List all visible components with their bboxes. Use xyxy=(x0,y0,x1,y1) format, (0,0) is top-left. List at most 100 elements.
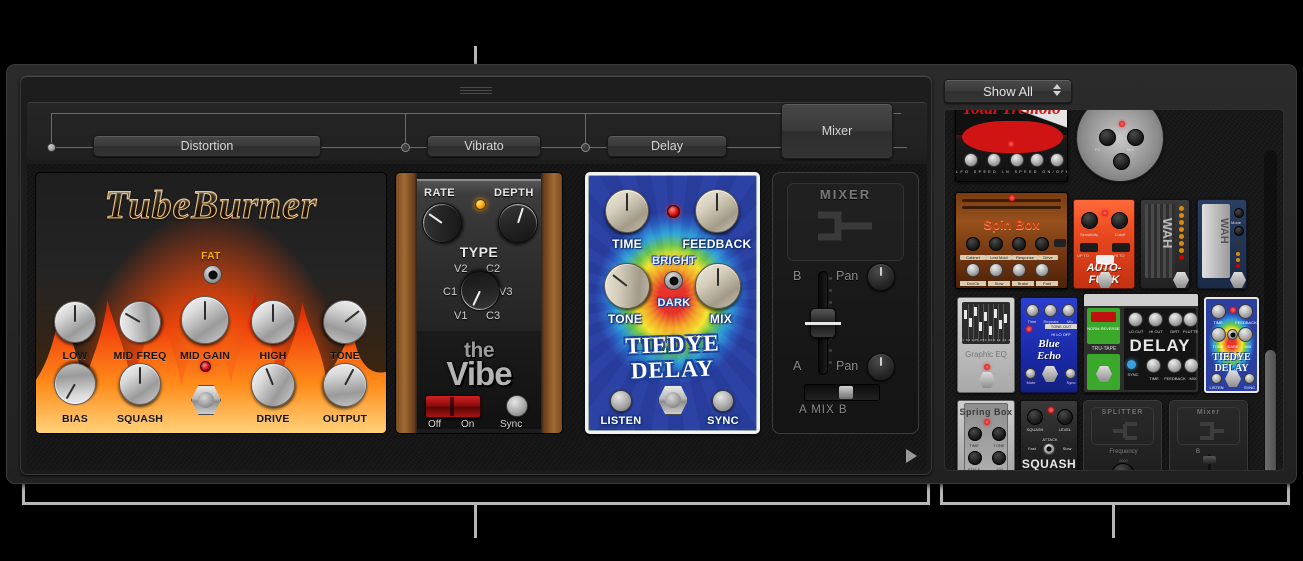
mixer-label-b: B xyxy=(793,269,802,283)
browser-pedal-mixer[interactable]: Mixer B A xyxy=(1169,400,1248,470)
route-node-input[interactable] xyxy=(47,143,56,152)
pedalboard-window: Distortion Vibrato Delay Mixer TubeBurne… xyxy=(6,64,1297,484)
knob-time[interactable] xyxy=(605,189,649,233)
knob-mix[interactable] xyxy=(695,263,741,309)
type-option-v1: V1 xyxy=(454,310,468,322)
grip-handle-icon[interactable] xyxy=(460,87,492,94)
module-mixer[interactable]: MIXER B A Pan Pan A MIX B xyxy=(772,172,919,434)
listen-button[interactable] xyxy=(610,390,632,412)
knob-label-high: HIGH xyxy=(259,350,287,362)
browser-pedal-rotor-cabinet[interactable]: FX MIX xyxy=(1076,110,1164,182)
mixer-fader-thumb[interactable] xyxy=(805,308,841,338)
power-label-on: On xyxy=(461,419,475,430)
vibe-sync-label: Sync xyxy=(500,419,523,430)
mixer-pan-label-a: Pan xyxy=(836,359,859,373)
vibe-sync-button[interactable] xyxy=(506,395,528,417)
pedal-tiedye-delay[interactable]: TIME FEEDBACK BRIGHT TONE DARK MIX TIEDY… xyxy=(585,172,760,434)
browser-pedal-spring-box[interactable]: Spring Box TIME TONE STYLE MIX xyxy=(957,400,1015,470)
slot-label-mixer: Mixer xyxy=(821,124,853,138)
toggle-label-dark: DARK xyxy=(657,297,691,309)
browser-pedal-name-graphic-eq: Graphic EQ xyxy=(965,350,1007,359)
knob-feedback[interactable] xyxy=(695,189,739,233)
mixer-pan-knob-a[interactable] xyxy=(867,353,895,381)
power-rocker-switch[interactable] xyxy=(425,395,481,418)
browser-pedal-name-modern-wah: WAH xyxy=(1160,218,1175,249)
browser-pedal-name-splitter: SPLITTER xyxy=(1101,409,1144,416)
browser-pedal-total-tremolo[interactable]: Total Tremolo LFO SPEED LN SPEED ON/OFF … xyxy=(955,110,1068,182)
callout-bl-left-leg xyxy=(22,484,25,504)
sync-button[interactable] xyxy=(712,390,734,412)
expand-arrow-icon[interactable] xyxy=(906,449,917,463)
callout-br-right-leg xyxy=(1287,484,1290,504)
slot-button-distortion[interactable]: Distortion xyxy=(93,135,321,157)
pedal-the-vibe[interactable]: RATE DEPTH TYPE V2 C2 C1 V3 V1 C3 the Vi… xyxy=(395,172,563,434)
browser-pedal-name-classic-wah: WAH xyxy=(1218,218,1230,244)
browser-pedal-modern-wah[interactable]: WAH xyxy=(1140,199,1190,289)
browser-scrollbar[interactable] xyxy=(1264,150,1277,470)
slot-button-delay[interactable]: Delay xyxy=(607,135,727,157)
knob-label-drive: DRIVE xyxy=(256,413,290,425)
route-drop-2 xyxy=(405,113,406,147)
browser-pedal-auto-funk[interactable]: Sensitivity Cutoff UP TO HI TO UP DOWN A… xyxy=(1073,199,1135,289)
knob-squash[interactable] xyxy=(119,363,161,405)
browser-pedal-name-mixer: Mixer xyxy=(1196,409,1221,416)
pedals-row: TubeBurner FAT LOW MID FREQ MID GAIN HIG… xyxy=(27,164,927,440)
browser-pedal-name-delay: DELAY xyxy=(1129,336,1191,355)
sync-label: SYNC xyxy=(707,415,739,427)
browser-pedal-squash-compressor[interactable]: SQUASH LEVEL ATTACK Fast Slow SQUASH COM… xyxy=(1020,400,1078,471)
browser-pedal-blue-echo[interactable]: Time Repeats Mix TONE OUT HI LO OFF Blue… xyxy=(1020,297,1078,393)
knob-label-squash: SQUASH xyxy=(116,413,164,425)
knob-label-low: LOW xyxy=(62,350,88,362)
browser-pedal-graphic-eq[interactable]: 31 63 125 250 500 1k 2k 4k 8k 16k Graphi… xyxy=(957,297,1015,393)
type-option-v2: V2 xyxy=(454,263,468,275)
route-drop-3 xyxy=(585,113,586,147)
route-drop-1 xyxy=(51,113,52,147)
slot-label-distortion: Distortion xyxy=(180,139,234,153)
slot-button-mixer[interactable]: Mixer xyxy=(781,103,893,159)
pedal-browser-panel: Show All Total Tremolo LFO SPEED LN SPEE… xyxy=(940,75,1288,475)
signal-routing-strip: Distortion Vibrato Delay Mixer xyxy=(27,102,927,160)
knob-label-rate: RATE xyxy=(424,187,456,199)
browser-pedal-tru-tape-delay[interactable]: NORM REVERSE TRU-TAPE LO CUT HI CUT DIRT… xyxy=(1083,293,1199,393)
knob-label-mid-freq: MID FREQ xyxy=(113,350,167,362)
mixer-crossfader[interactable] xyxy=(804,384,880,401)
slot-button-vibrato[interactable]: Vibrato xyxy=(427,135,541,157)
browser-scroll-thumb[interactable] xyxy=(1265,350,1276,470)
mixer-pan-knob-b[interactable] xyxy=(867,263,895,291)
knob-label-mix: MIX xyxy=(709,312,733,326)
knob-mid-gain[interactable] xyxy=(181,296,229,344)
browser-pedal-name-total-tremolo: Total Tremolo xyxy=(956,110,1067,119)
vibe-led xyxy=(475,199,486,210)
pedalboard-board: Distortion Vibrato Delay Mixer TubeBurne… xyxy=(20,75,932,475)
pedal-tubeburner[interactable]: TubeBurner FAT LOW MID FREQ MID GAIN HIG… xyxy=(35,172,387,434)
callout-br-left-leg xyxy=(940,484,943,504)
browser-pedal-spin-box[interactable]: Spin Box Cabinet Lest Mold Response Driv… xyxy=(955,192,1068,289)
knob-label-bias: BIAS xyxy=(62,413,88,425)
mixer-crossfader-label: A MIX B xyxy=(799,404,848,416)
show-all-label: Show All xyxy=(983,83,1033,99)
mixer-label-a: A xyxy=(793,359,802,373)
route-node-3[interactable] xyxy=(581,143,590,152)
listen-label: LISTEN xyxy=(600,415,642,427)
knob-label-time: TIME xyxy=(612,237,642,251)
browser-pedal-name-squash: SQUASH xyxy=(1021,457,1077,471)
show-all-filter-button[interactable]: Show All xyxy=(944,79,1072,103)
knob-low[interactable] xyxy=(54,301,96,343)
status-led xyxy=(200,361,211,372)
browser-pedal-classic-wah[interactable]: WAH Mode xyxy=(1197,199,1247,289)
route-node-2[interactable] xyxy=(401,143,410,152)
browser-pedal-tiedye-delay[interactable]: TIME FEEDBACK TONE DARK MIX TIEDYE DELAY … xyxy=(1204,297,1259,393)
route-bus-top xyxy=(51,113,901,114)
browser-pedal-name-blue-echo: Blue Echo xyxy=(1037,338,1061,362)
browser-pedal-splitter[interactable]: SPLITTER Frequency 2000 50 5k xyxy=(1083,400,1162,470)
callout-br-tick xyxy=(1112,502,1115,538)
slot-label-vibrato: Vibrato xyxy=(464,139,504,153)
pedal-browser-grid[interactable]: Total Tremolo LFO SPEED LN SPEED ON/OFF … xyxy=(944,109,1284,471)
knob-high[interactable] xyxy=(251,300,295,344)
mixer-merge-icon xyxy=(817,211,872,241)
type-label: TYPE xyxy=(459,244,499,260)
fat-toggle-switch[interactable] xyxy=(203,265,222,284)
knob-label-feedback: FEEDBACK xyxy=(682,237,752,251)
browser-pedal-name-spin-box: Spin Box xyxy=(983,217,1040,232)
bright-dark-toggle[interactable] xyxy=(664,271,683,290)
